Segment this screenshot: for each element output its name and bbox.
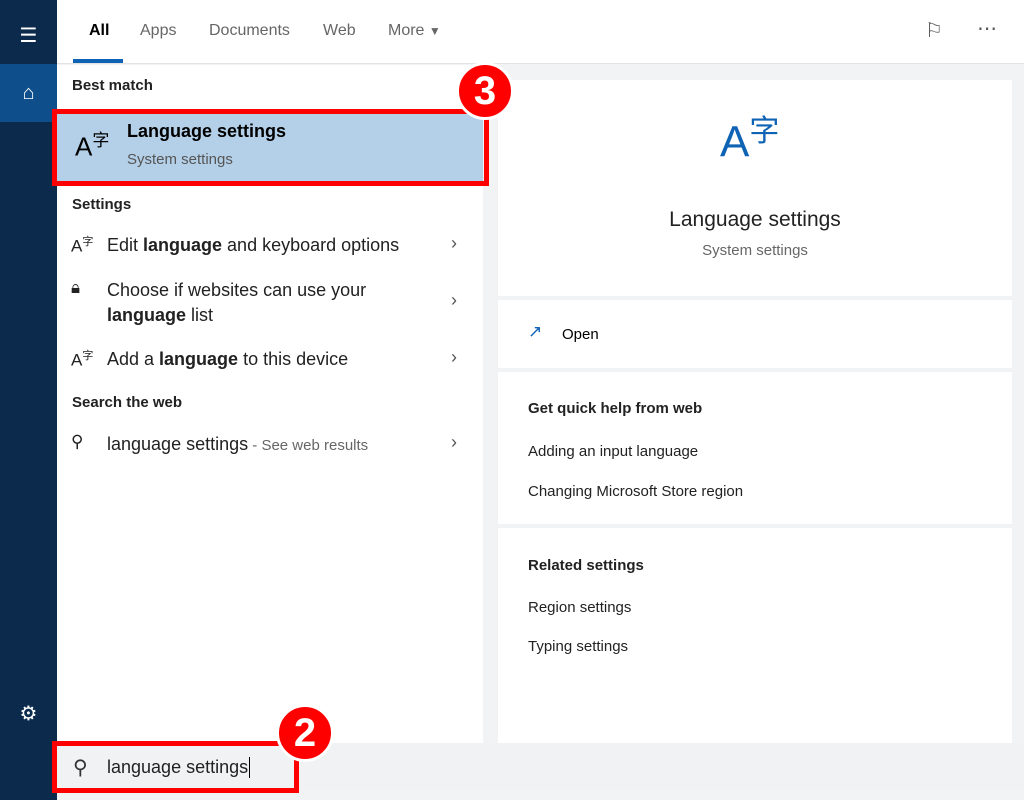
related-settings-card: Related settings Region settings Typing … [498,528,1012,743]
language-icon: A字 [71,350,94,370]
preview-subtitle: System settings [702,242,808,259]
item-label: Choose if websites can use your language… [107,280,367,325]
annotation-highlight-result [52,109,489,186]
hamburger-menu-icon[interactable]: ☰ [0,6,57,64]
lock-icon: 🔒︎ [71,278,81,297]
list-item[interactable]: A字 Add a language to this device › [57,347,483,377]
feedback-icon[interactable]: ⚐ [925,18,943,43]
annotation-highlight-search [52,741,299,793]
language-icon: A字 [720,115,780,167]
chevron-right-icon: › [451,290,457,310]
web-result-item[interactable]: ⚲ language settings - See web results › [57,432,483,462]
quick-help-heading: Get quick help from web [528,400,703,417]
active-tab-indicator [73,59,123,63]
item-label: language settings - See web results [107,434,369,454]
section-search-web: Search the web [72,394,183,411]
quick-help-card: Get quick help from web Adding an input … [498,372,1012,524]
filter-tabs: All Apps Documents Web More ▼ ⚐ ⋯ [57,0,1024,64]
chevron-right-icon: › [451,347,457,367]
preview-header: A字 Language settings System settings [498,80,1012,296]
list-item[interactable]: 🔒︎ Choose if websites can use your langu… [57,278,483,330]
related-link[interactable]: Region settings [528,599,631,616]
more-options-icon[interactable]: ⋯ [977,16,997,41]
open-action[interactable]: ↗ Open [498,300,1012,368]
search-icon: ⚲ [71,432,84,451]
gear-icon[interactable]: ⚙ [0,684,57,742]
tab-more-label: More [388,22,425,39]
home-icon[interactable]: ⌂ [0,64,57,122]
help-link[interactable]: Changing Microsoft Store region [528,483,743,500]
chevron-right-icon: › [451,233,457,253]
tab-more[interactable]: More ▼ [388,22,441,40]
sidebar: ☰ ⌂ ⚙ [0,0,57,800]
item-label: Add a language to this device [107,349,349,369]
tab-web[interactable]: Web [323,22,356,40]
step-badge-3: 3 [456,62,514,120]
tab-apps[interactable]: Apps [140,22,176,40]
related-heading: Related settings [528,557,644,574]
open-icon: ↗ [528,322,543,341]
open-label: Open [562,326,599,343]
step-badge-2: 2 [276,704,334,762]
help-link[interactable]: Adding an input language [528,443,698,460]
related-link[interactable]: Typing settings [528,638,628,655]
preview-title: Language settings [669,208,841,231]
language-icon: A字 [71,236,94,256]
section-best-match: Best match [72,77,153,94]
caret-down-icon: ▼ [428,24,441,38]
list-item[interactable]: A字 Edit language and keyboard options › [57,233,483,263]
chevron-right-icon: › [451,432,457,452]
tab-documents[interactable]: Documents [209,22,290,40]
section-settings: Settings [72,196,132,213]
tab-all[interactable]: All [89,22,109,40]
item-label: Edit language and keyboard options [107,235,400,255]
